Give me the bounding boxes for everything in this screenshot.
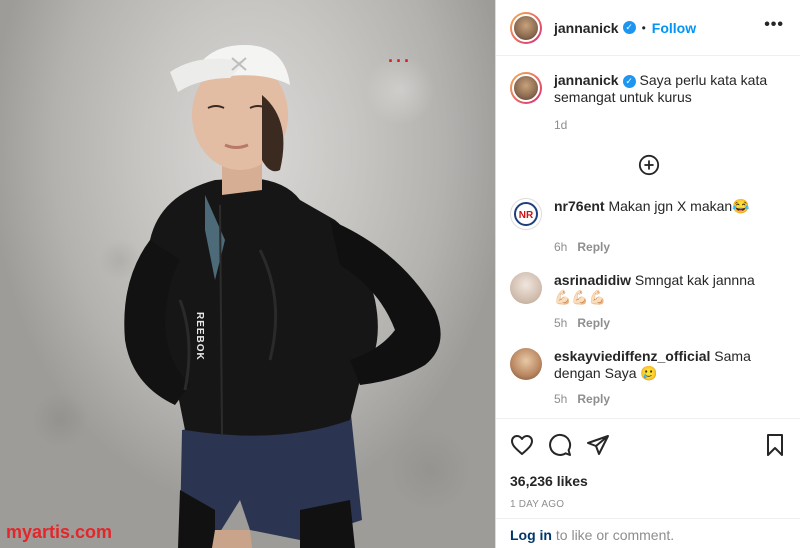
load-more-comments-button[interactable] xyxy=(510,154,787,178)
post-actions: 36,236 likes 1 DAY AGO xyxy=(496,418,800,518)
follow-button[interactable]: Follow xyxy=(652,20,696,36)
red-dots: ... xyxy=(388,46,413,66)
author-avatar[interactable] xyxy=(510,11,542,44)
comment-item: asrinadidiw Smngat kak jannna 💪🏻💪🏻💪🏻 xyxy=(510,272,787,306)
verified-badge-icon: ✓ xyxy=(622,21,636,34)
comment-meta: 5h Reply xyxy=(554,392,787,406)
post-caption: jannanick ✓ Saya perlu kata kata semangat… xyxy=(510,72,787,106)
plus-circle-icon xyxy=(638,154,659,176)
comment-username[interactable]: asrinadidiw xyxy=(554,272,631,288)
reply-button[interactable]: Reply xyxy=(577,392,610,406)
comments-section[interactable]: jannanick ✓ Saya perlu kata kata semangat… xyxy=(496,56,800,418)
share-paper-plane-icon[interactable] xyxy=(586,433,610,457)
person-figure xyxy=(124,45,441,548)
post-date: 1 DAY AGO xyxy=(510,499,565,510)
jacket-logo-text: REEBOK xyxy=(194,312,205,361)
comment-time: 6h xyxy=(554,240,568,254)
like-heart-icon[interactable] xyxy=(510,433,534,457)
separator-dot: • xyxy=(641,20,646,35)
reply-button[interactable]: Reply xyxy=(577,316,610,330)
post-header: jannanick ✓ • Follow ••• xyxy=(496,0,800,56)
likes-count[interactable]: 36,236 likes xyxy=(510,473,787,489)
commenter-avatar[interactable] xyxy=(510,272,542,304)
caption-avatar[interactable] xyxy=(510,72,542,104)
commenter-avatar[interactable] xyxy=(510,348,542,380)
caption-time: 1d xyxy=(554,118,568,132)
comment-meta: 6h Reply xyxy=(554,240,787,254)
author-username[interactable]: jannanick xyxy=(554,20,619,36)
caption-username[interactable]: jannanick xyxy=(554,72,619,88)
reply-button[interactable]: Reply xyxy=(577,240,610,254)
comment-meta: 5h Reply xyxy=(554,316,787,330)
login-prompt: Log in to like or comment. xyxy=(496,518,800,548)
login-link[interactable]: Log in xyxy=(510,527,552,543)
comment-item: eskayviediffenz_official Sama dengan Say… xyxy=(510,348,787,382)
more-options-icon[interactable]: ••• xyxy=(764,16,784,34)
verified-badge-icon: ✓ xyxy=(622,74,636,88)
post-photo[interactable]: REEBOK ... myartis.com xyxy=(0,0,495,548)
commenter-avatar[interactable]: NR xyxy=(510,198,542,230)
post-side-panel: jannanick ✓ • Follow ••• jannanick ✓ Saya… xyxy=(495,0,800,548)
comment-time: 5h xyxy=(554,392,568,406)
comment-username[interactable]: eskayviediffenz_official xyxy=(554,348,710,364)
comment-username[interactable]: nr76ent xyxy=(554,198,605,214)
login-prompt-text: to like or comment. xyxy=(552,527,675,543)
comment-bubble-icon[interactable] xyxy=(548,433,572,457)
save-bookmark-icon[interactable] xyxy=(763,433,787,457)
comment-item: NR nr76ent Makan jgn X makan😂 xyxy=(510,198,787,230)
watermark: myartis.com xyxy=(6,522,113,542)
comment-time: 5h xyxy=(554,316,568,330)
svg-text:NR: NR xyxy=(519,210,534,221)
comment-text: Makan jgn X makan😂 xyxy=(608,198,750,214)
